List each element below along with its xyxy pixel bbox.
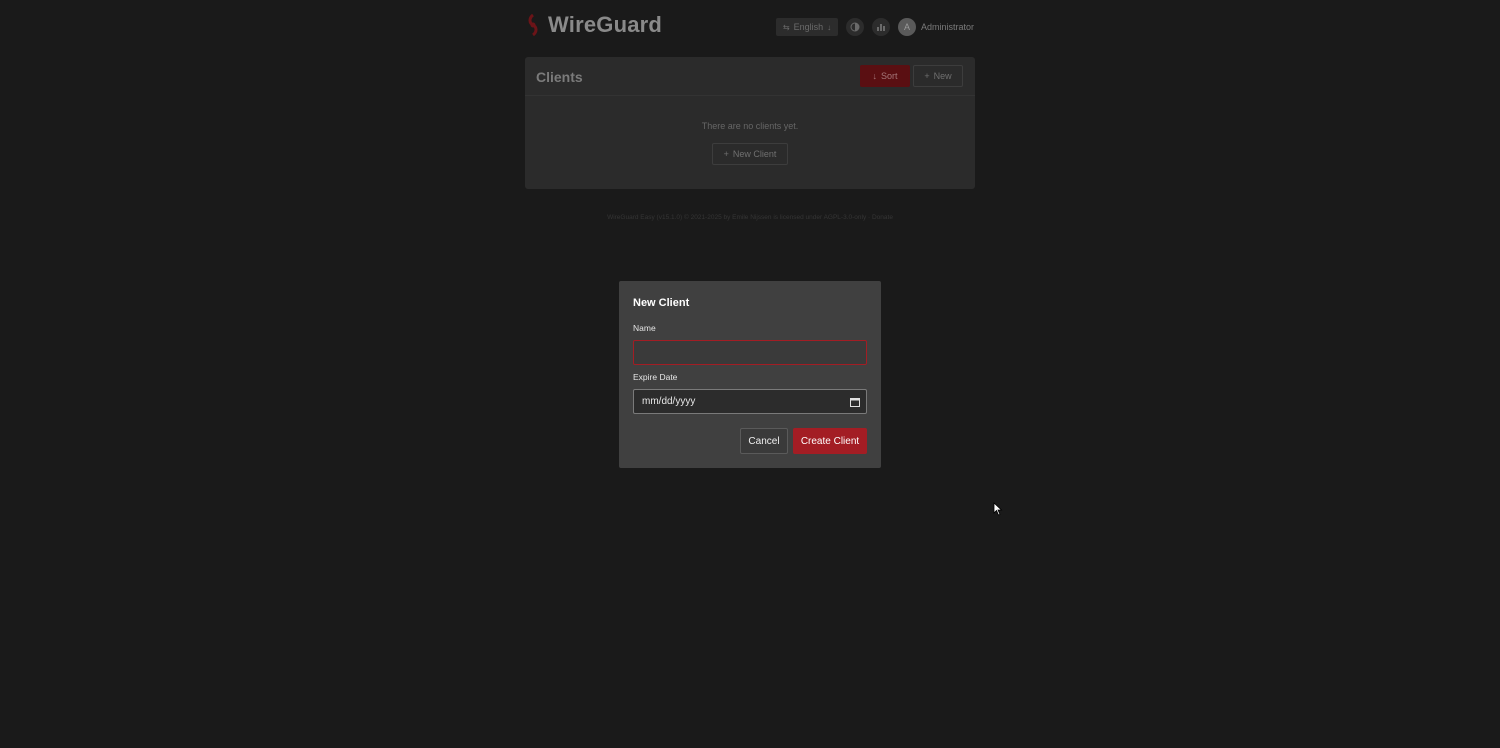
expire-date-placeholder: mm/dd/yyyy [642,396,696,407]
name-label: Name [633,323,656,333]
create-client-button[interactable]: Create Client [793,428,867,454]
expire-date-label: Expire Date [633,372,678,382]
dialog-title: New Client [633,297,690,309]
cancel-button[interactable]: Cancel [740,428,788,454]
cursor-icon [993,502,1003,516]
name-input[interactable] [633,340,867,365]
page: WireGuard ⇆ English ↓ A Administrator Cl… [0,0,1500,748]
calendar-icon[interactable] [850,397,860,407]
new-client-dialog: New Client Name Expire Date mm/dd/yyyy C… [619,281,881,468]
expire-date-input[interactable]: mm/dd/yyyy [633,389,867,414]
